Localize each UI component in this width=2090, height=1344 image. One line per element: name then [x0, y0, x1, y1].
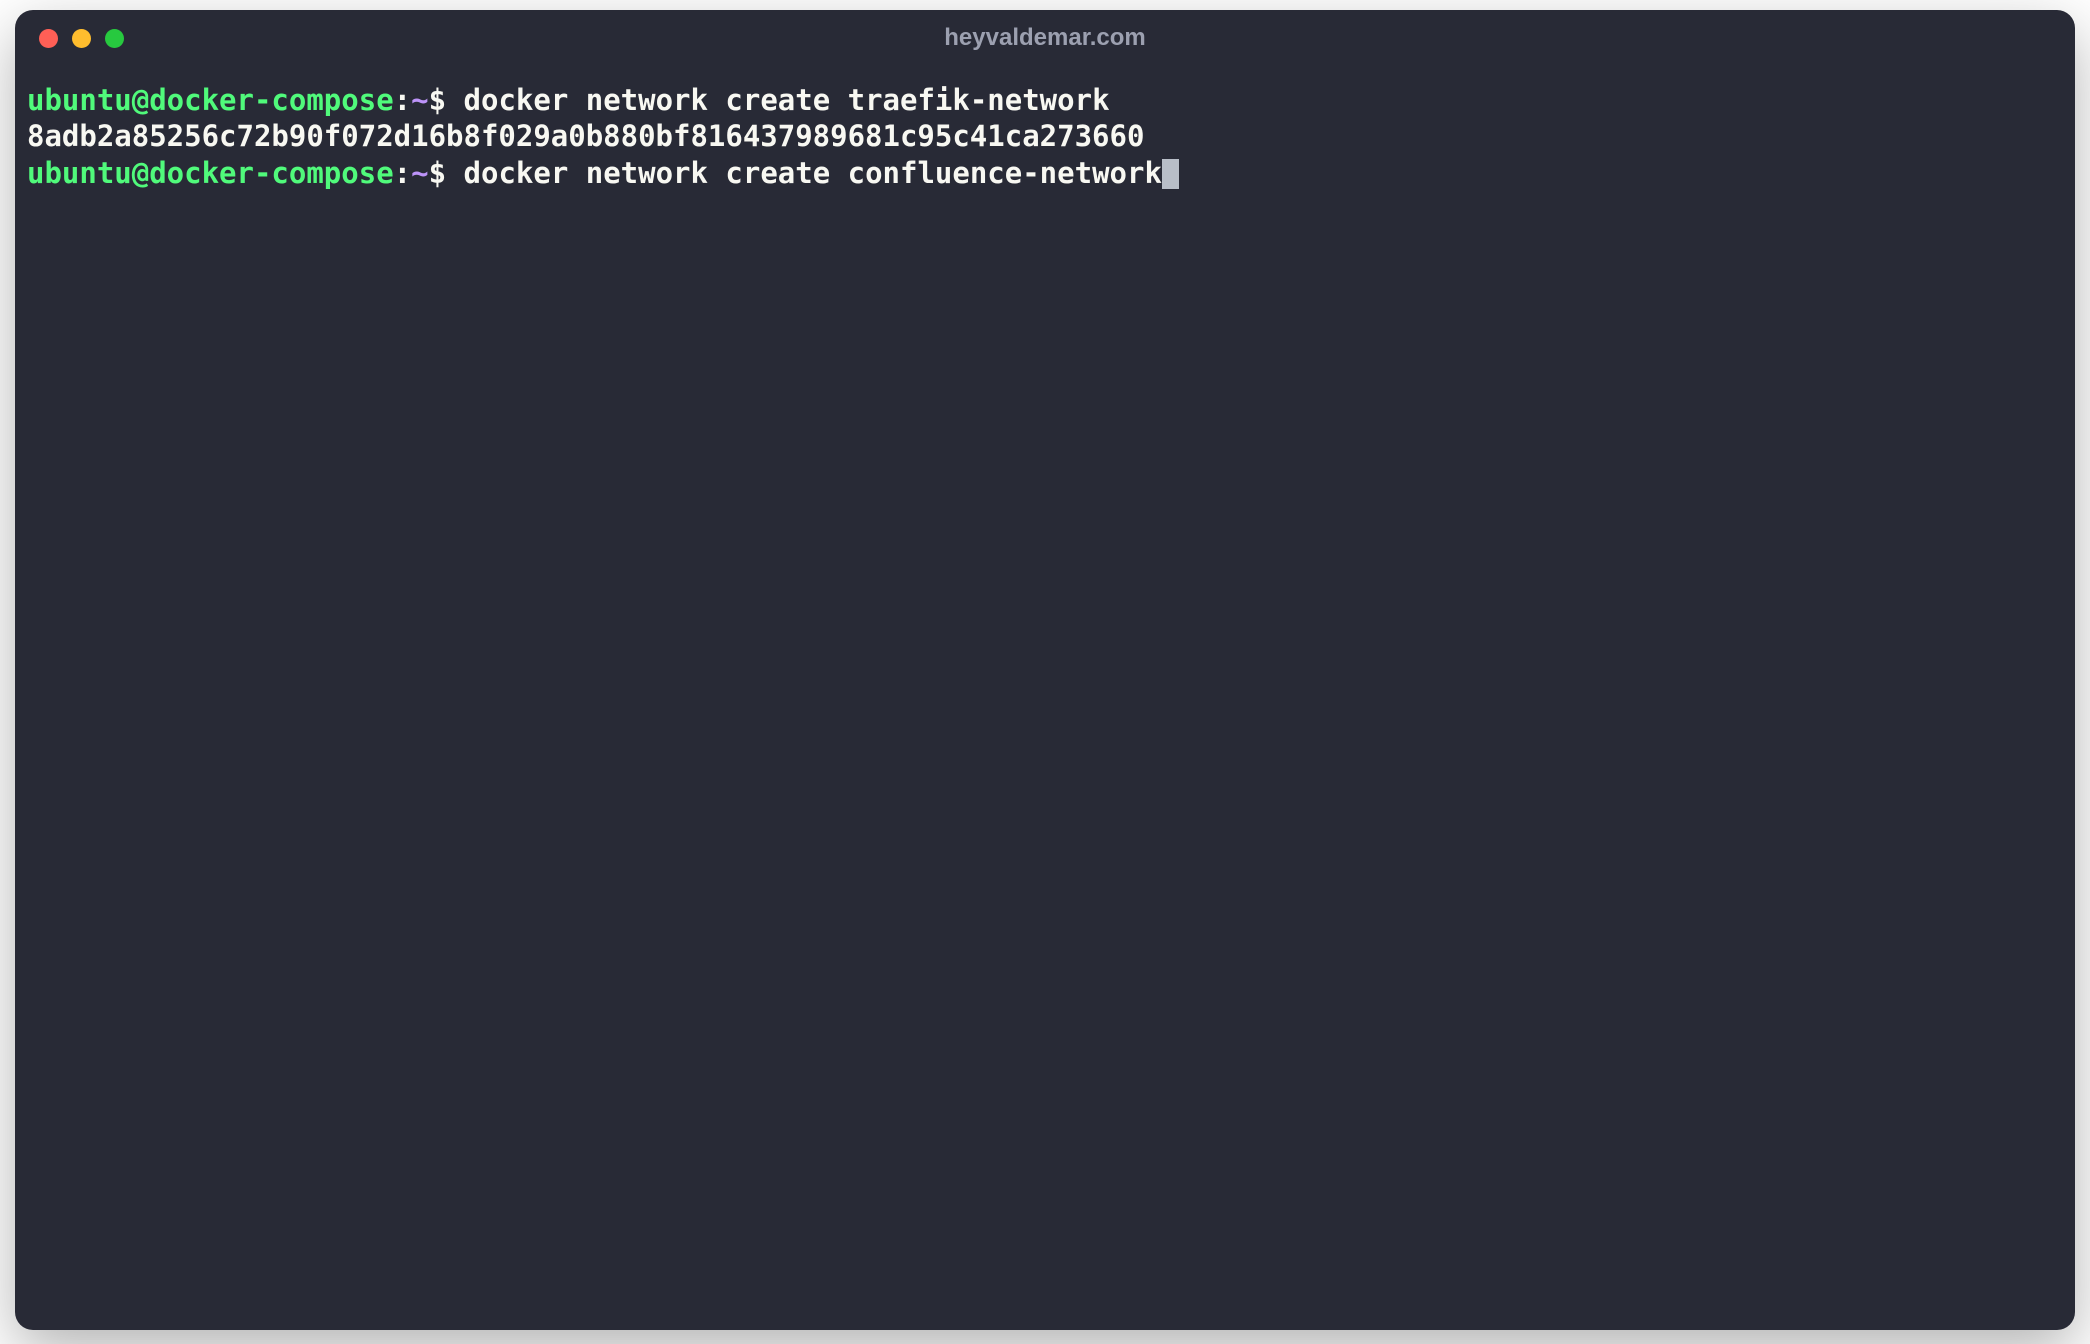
prompt-path: ~	[411, 83, 428, 117]
prompt-user-host: ubuntu@docker-compose	[27, 156, 394, 190]
prompt-user-host: ubuntu@docker-compose	[27, 83, 394, 117]
terminal-window: heyvaldemar.com ubuntu@docker-compose:~$…	[15, 10, 2075, 1330]
prompt-symbol: $	[429, 156, 446, 190]
prompt-symbol: $	[429, 83, 446, 117]
command-text-1: docker network create traefik-network	[446, 83, 1109, 117]
prompt-colon: :	[394, 156, 411, 190]
titlebar: heyvaldemar.com	[15, 10, 2075, 66]
output-text: 8adb2a85256c72b90f072d16b8f029a0b880bf81…	[27, 119, 1144, 153]
terminal-line-1: ubuntu@docker-compose:~$ docker network …	[27, 82, 2063, 118]
prompt-path: ~	[411, 156, 428, 190]
window-title: heyvaldemar.com	[944, 24, 1145, 52]
command-text-2: docker network create confluence-network	[446, 156, 1162, 190]
terminal-body[interactable]: ubuntu@docker-compose:~$ docker network …	[15, 66, 2075, 1330]
minimize-button[interactable]	[72, 29, 91, 48]
close-button[interactable]	[39, 29, 58, 48]
terminal-line-3: ubuntu@docker-compose:~$ docker network …	[27, 155, 2063, 191]
traffic-lights	[39, 29, 124, 48]
maximize-button[interactable]	[105, 29, 124, 48]
prompt-colon: :	[394, 83, 411, 117]
cursor	[1162, 159, 1179, 189]
terminal-line-2: 8adb2a85256c72b90f072d16b8f029a0b880bf81…	[27, 118, 2063, 154]
